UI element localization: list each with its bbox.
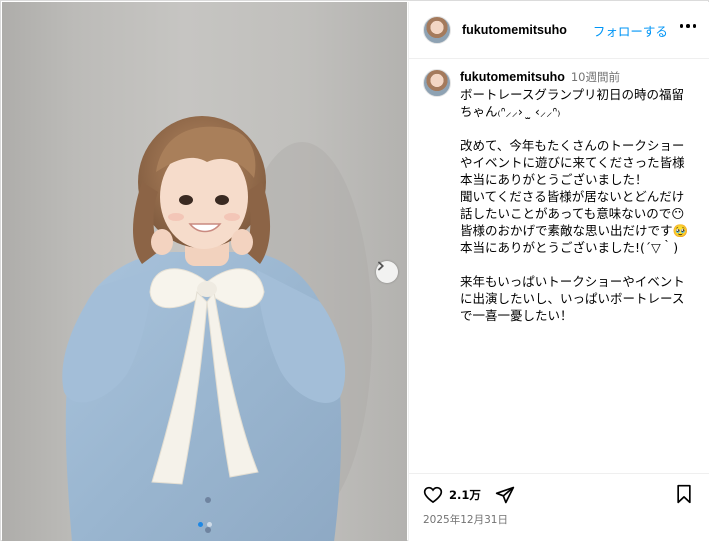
caption-line: 聞いてくださる皆様が居ないとどんだけ	[460, 189, 685, 204]
caption-line: ボートレースグランプリ初日の時の福留	[460, 87, 685, 102]
caption-line: 本当にありがとうございました！	[460, 172, 648, 187]
like-count[interactable]: 2.1万	[449, 487, 481, 503]
post-date[interactable]: 2025年12月31日	[423, 512, 508, 527]
caption-text: ボートレースグランプリ初日の時の福留 ちゃん₍ᐢ⸝⸝› ̫ ‹⸝⸝ᐢ₎ 改めて、今…	[460, 86, 696, 324]
bookmark-icon[interactable]	[675, 484, 693, 508]
post-header: fukutomemitsuho フォローする	[409, 2, 709, 59]
caption: fukutomemitsuho 10週間前 ボートレースグランプリ初日の時の福留ち…	[423, 68, 705, 324]
caption-username[interactable]: fukutomemitsuho	[460, 70, 565, 84]
post-details-panel: fukutomemitsuho フォローする fukutomemitsuho 10…	[408, 2, 709, 541]
caption-line: で一喜一憂したい！	[460, 308, 573, 323]
caption-line	[460, 120, 696, 137]
divider	[409, 473, 709, 474]
caption-line	[460, 256, 696, 273]
carousel-next-button[interactable]	[376, 261, 398, 283]
carousel-indicator	[198, 522, 212, 527]
follow-button[interactable]: フォローする	[593, 21, 668, 40]
chevron-right-icon	[378, 261, 384, 271]
caption-line: 改めて、今年もたくさんのトークショー	[460, 138, 685, 153]
caption-line: やイベントに遊びに来てくださった皆様	[460, 155, 685, 170]
caption-timestamp[interactable]: 10週間前	[571, 70, 620, 84]
action-bar: 2.1万	[423, 484, 515, 506]
caption-line: 来年もいっぱいトークショーやイベント	[460, 274, 685, 289]
caption-line: に出演したいし、いっぱいボートレース	[460, 291, 685, 306]
caption-line: ちゃん₍ᐢ⸝⸝› ̫ ‹⸝⸝ᐢ₎	[460, 104, 561, 119]
caption-line: 話したいことがあっても意味ないので😶	[460, 206, 685, 221]
heart-icon[interactable]	[423, 485, 443, 505]
paper-plane-icon[interactable]	[495, 485, 515, 505]
caption-line: 本当にありがとうございました!(´▽｀)	[460, 240, 679, 255]
more-horizontal-icon[interactable]	[679, 24, 696, 28]
header-username[interactable]: fukutomemitsuho	[462, 23, 567, 37]
carousel-dot-2	[207, 522, 212, 527]
instagram-post-embed: fukutomemitsuho フォローする fukutomemitsuho 10…	[0, 0, 709, 541]
post-photo[interactable]	[2, 2, 407, 541]
avatar[interactable]	[423, 16, 451, 44]
person-photo	[62, 116, 372, 541]
caption-line: 皆様のおかげで素敵な思い出だけです🥹	[460, 223, 689, 238]
caption-avatar[interactable]	[423, 69, 451, 97]
carousel-dot-1	[198, 522, 203, 527]
